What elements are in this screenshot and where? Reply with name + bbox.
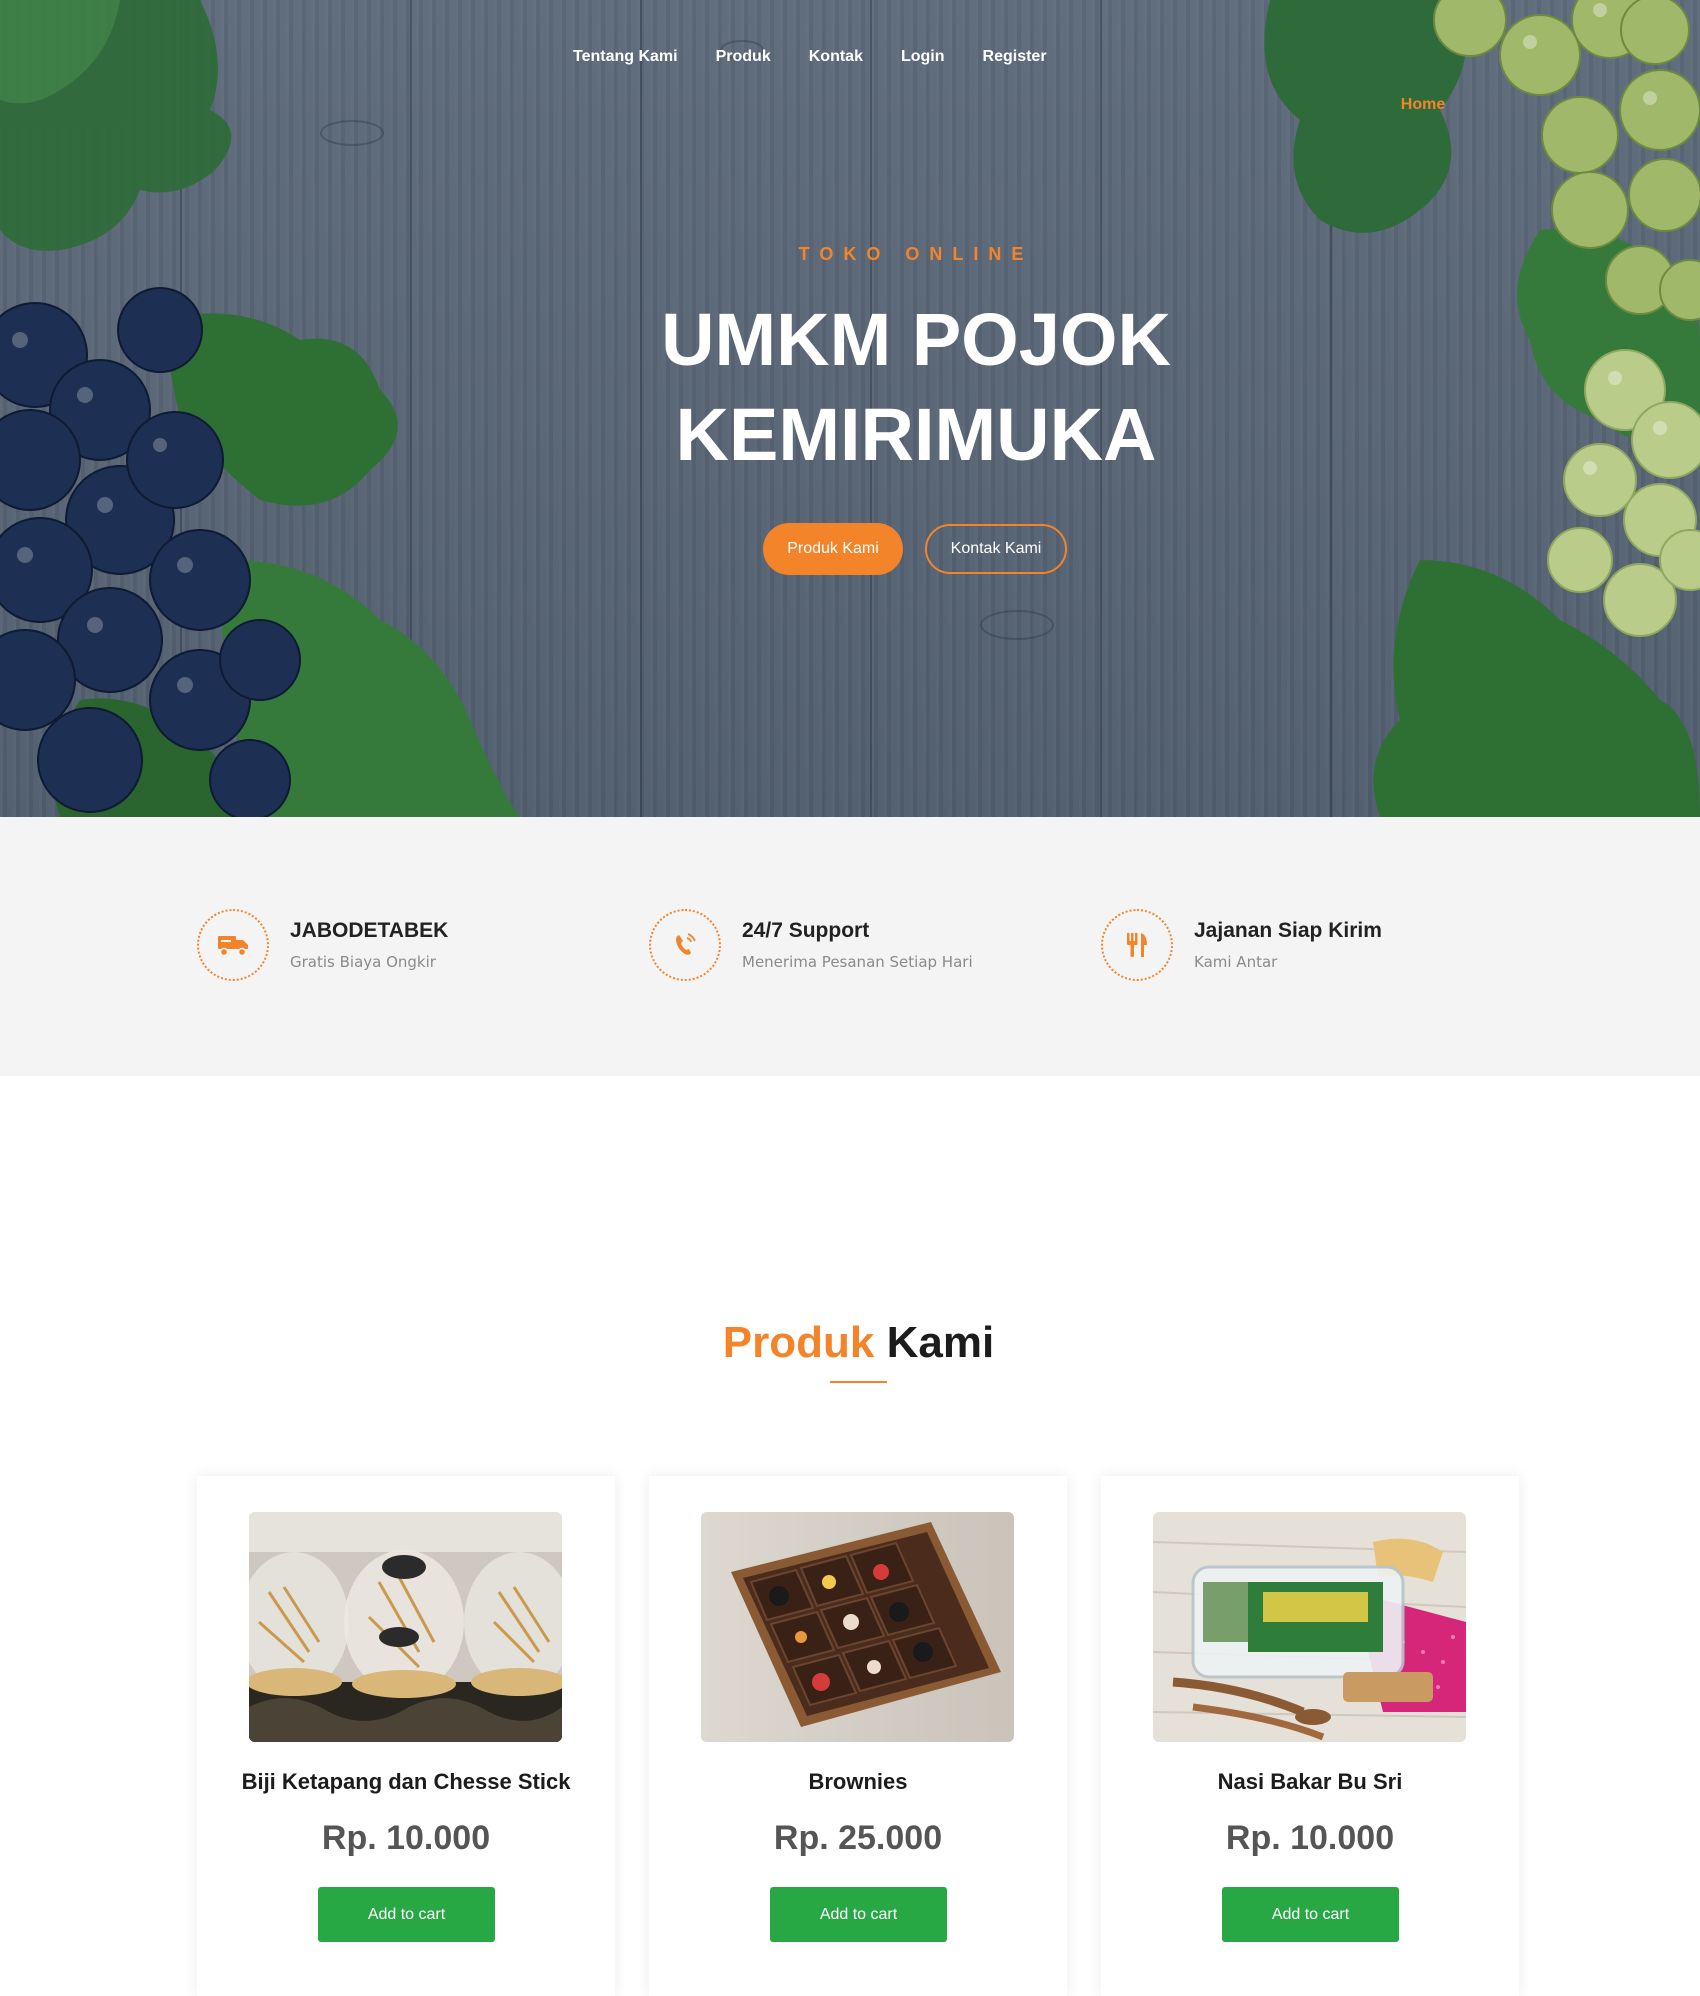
main-nav: Home Tentang Kami Produk Kontak Login Re… — [554, 48, 1445, 113]
nav-link-register[interactable]: Register — [983, 48, 1047, 66]
product-card: Nasi Bakar Bu Sri Rp. 10.000 Add to cart — [1101, 1476, 1519, 1996]
section-title-underline — [830, 1381, 887, 1383]
product-image — [1153, 1512, 1466, 1742]
product-image — [701, 1512, 1014, 1742]
product-name: Biji Ketapang dan Chesse Stick — [241, 1769, 571, 1794]
hero-title: UMKM POJOK KEMIRIMUKA — [0, 292, 1700, 482]
nav-link-kontak[interactable]: Kontak — [809, 48, 863, 66]
add-to-cart-button[interactable]: Add to cart — [1222, 1887, 1399, 1942]
product-name: Nasi Bakar Bu Sri — [1217, 1769, 1403, 1794]
product-price: Rp. 10.000 — [321, 1819, 491, 1857]
hero-title-line-1: UMKM POJOK — [661, 298, 1171, 381]
nav-link-login[interactable]: Login — [901, 48, 945, 66]
truck-icon — [197, 909, 269, 981]
feature-subtitle: Gratis Biaya Ongkir — [290, 953, 436, 971]
section-title-accent: Produk — [722, 1318, 875, 1367]
produk-kami-button[interactable]: Produk Kami — [763, 523, 903, 575]
nav-link-home[interactable]: Home — [573, 96, 1700, 114]
hero-title-line-2: KEMIRIMUKA — [675, 393, 1157, 476]
hero-tagline: TOKO ONLINE — [798, 244, 1034, 264]
product-price: Rp. 10.000 — [1225, 1819, 1395, 1857]
product-image — [249, 1512, 562, 1742]
nav-link-produk[interactable]: Produk — [716, 48, 771, 66]
product-name: Brownies — [808, 1769, 908, 1794]
products-section-title: Produk Kami — [0, 1318, 1700, 1368]
section-title-rest: Kami — [886, 1318, 995, 1367]
product-card: Brownies Rp. 25.000 Add to cart — [649, 1476, 1067, 1996]
utensils-icon — [1101, 909, 1173, 981]
hero-banner: Home Tentang Kami Produk Kontak Login Re… — [0, 0, 1700, 817]
feature-title: Jajanan Siap Kirim — [1194, 919, 1382, 942]
kontak-kami-button[interactable]: Kontak Kami — [925, 524, 1067, 574]
features-bar: JABODETABEK Gratis Biaya Ongkir 24/7 Sup… — [0, 817, 1700, 1076]
feature-title: 24/7 Support — [742, 919, 870, 942]
add-to-cart-button[interactable]: Add to cart — [770, 1887, 947, 1942]
feature-subtitle: Kami Antar — [1194, 953, 1278, 971]
phone-icon — [649, 909, 721, 981]
product-price: Rp. 25.000 — [773, 1819, 943, 1857]
product-card: Biji Ketapang dan Chesse Stick Rp. 10.00… — [197, 1476, 615, 1996]
feature-subtitle: Menerima Pesanan Setiap Hari — [742, 953, 973, 971]
add-to-cart-button[interactable]: Add to cart — [318, 1887, 495, 1942]
feature-title: JABODETABEK — [290, 919, 449, 942]
nav-link-tentang-kami[interactable]: Tentang Kami — [573, 48, 678, 66]
